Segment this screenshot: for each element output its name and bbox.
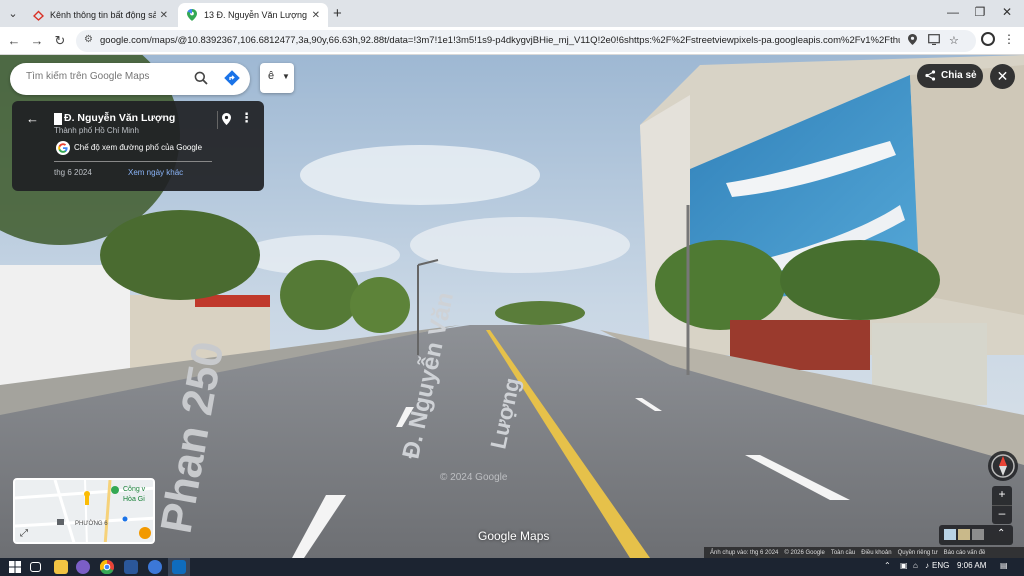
google-maps-brand: Google Maps [478,529,550,543]
file-explorer-icon[interactable] [54,560,68,574]
tab-close-icon[interactable]: ✕ [312,10,320,21]
close-icon: ✕ [996,68,1009,84]
place-title: Đ. Nguyễn Văn Lượng [64,112,176,124]
report-problem-link[interactable]: Báo cáo vấn đề [944,550,986,556]
reload-icon[interactable]: ↻ [52,33,68,49]
more-options-icon[interactable]: ⋮ [240,110,253,126]
privacy-link[interactable]: Quyền riêng tư [898,550,938,556]
browser-tab-bar: ⌄ Kênh thông tin bất động sản - R ✕ 13 Đ… [0,0,1024,27]
share-icon [925,70,936,84]
close-street-view-button[interactable]: ✕ [990,64,1015,89]
tab-search-icon[interactable]: ⌄ [5,6,21,22]
search-icon[interactable] [194,71,208,90]
bookmark-star-icon[interactable]: ☆ [949,34,959,47]
profile-avatar-icon[interactable] [981,32,995,46]
url-text[interactable]: google.com/maps/@10.8392367,106.6812477,… [100,35,900,46]
map-pin-icon[interactable] [222,112,231,130]
layer-dropdown-button[interactable]: ê ▼ [260,63,294,93]
omnibox[interactable]: ⚙ google.com/maps/@10.8392367,106.681247… [76,30,976,52]
street-view-mode-label: Chế độ xem đường phố của Google [74,143,203,152]
zoom-control: + – [992,486,1012,524]
minimize-icon[interactable]: — [943,5,963,19]
expand-map-icon[interactable]: ⤢ [20,528,28,539]
app-icon[interactable] [148,560,162,574]
capture-date-footer: Ảnh chụp vào: thg 6 2024 [710,549,779,556]
new-tab-button[interactable]: + [333,5,342,22]
tab-title: Kênh thông tin bất động sản - R [50,10,156,20]
global-link[interactable]: Toàn cầu [831,550,855,556]
task-view-icon[interactable] [30,562,41,572]
zoom-in-button[interactable]: + [992,487,1012,501]
imagery-strip[interactable]: ⌃ [939,525,1013,545]
maps-footer: Ảnh chụp vào: thg 6 2024 © 2026 Google T… [704,547,1024,558]
back-icon[interactable]: ← [6,33,22,48]
directions-icon[interactable] [224,70,240,91]
see-other-dates-link[interactable]: Xem ngày khác [128,168,183,177]
chrome-icon[interactable] [99,559,114,575]
notification-icon[interactable]: ▤ [1000,561,1008,570]
divider [217,111,218,129]
clock-time[interactable]: 9:06 AM [957,561,986,570]
windows-taskbar: ⌃ ▣ ⌂ ♪ ENG 9:06 AM ▤ [0,558,1024,576]
compass-icon[interactable] [988,451,1018,481]
street-view-panorama[interactable]: Đ. Nguyễn Văn Lượng Phan 250 © 2024 Goog… [0,55,1024,558]
divider [54,161,212,162]
copyright-text: © 2026 Google [784,549,825,556]
start-icon[interactable] [8,560,22,574]
place-city: Thành phố Hồ Chí Minh [54,126,139,135]
window-close-icon[interactable]: ✕ [997,5,1017,19]
share-label: Chia sẻ [941,70,977,81]
tab-close-icon[interactable]: ✕ [160,10,168,21]
google-logo-icon [56,141,70,155]
language-label[interactable]: ENG [932,561,949,570]
viber-icon[interactable] [76,560,90,574]
share-button[interactable]: Chia sẻ [917,64,983,88]
volume-icon[interactable]: ♪ [925,561,929,570]
street-view-info-card: ← Đ. Nguyễn Văn Lượng Thành phố Hồ Chí M… [12,101,264,191]
mini-map-label: Công v [123,486,146,493]
layer-icon: ê [268,70,275,82]
imagery-thumb[interactable] [972,529,984,540]
back-arrow-icon[interactable]: ← [26,111,39,126]
app-icon[interactable] [124,560,138,574]
outlook-icon[interactable] [172,560,186,574]
maps-favicon-icon [186,9,198,21]
location-marker-icon [54,113,62,125]
network-icon[interactable]: ⌂ [913,561,918,570]
chevron-down-icon: ▼ [282,72,290,81]
site-info-icon[interactable]: ⚙ [84,34,93,45]
mini-map[interactable]: Công v Hòa Gi PHƯỜNG 6 ⤢ [13,478,155,544]
location-icon[interactable] [908,34,917,48]
maps-search-box[interactable] [10,63,250,95]
tab-google-maps[interactable]: 13 Đ. Nguyễn Văn Lượng - Goo ✕ [178,3,328,27]
tab-real-estate[interactable]: Kênh thông tin bất động sản - R ✕ [24,3,176,27]
terms-link[interactable]: Điều khoản [861,550,891,556]
site-favicon-icon [32,9,44,21]
mini-map-label: Hòa Gi [123,496,145,503]
copyright-watermark: © 2024 Google [440,472,508,483]
tray-app-icon[interactable]: ▣ [900,561,908,570]
zoom-out-button[interactable]: – [992,505,1012,520]
browser-menu-icon[interactable]: ⋮ [1003,32,1015,46]
search-input[interactable] [26,71,186,82]
address-bar-row: ← → ↻ ⚙ google.com/maps/@10.8392367,106.… [0,27,1024,55]
tray-chevron-icon[interactable]: ⌃ [884,561,891,570]
tab-title: 13 Đ. Nguyễn Văn Lượng - Goo [204,10,308,20]
restore-icon[interactable]: ❐ [970,5,990,19]
mini-map-ward-label: PHƯỜNG 6 [75,521,108,527]
capture-date: thg 6 2024 [54,168,92,177]
imagery-thumb[interactable] [944,529,956,540]
install-app-icon[interactable] [928,34,940,48]
chevron-up-icon[interactable]: ⌃ [997,528,1005,539]
forward-icon[interactable]: → [29,33,45,48]
imagery-thumb[interactable] [958,529,970,540]
